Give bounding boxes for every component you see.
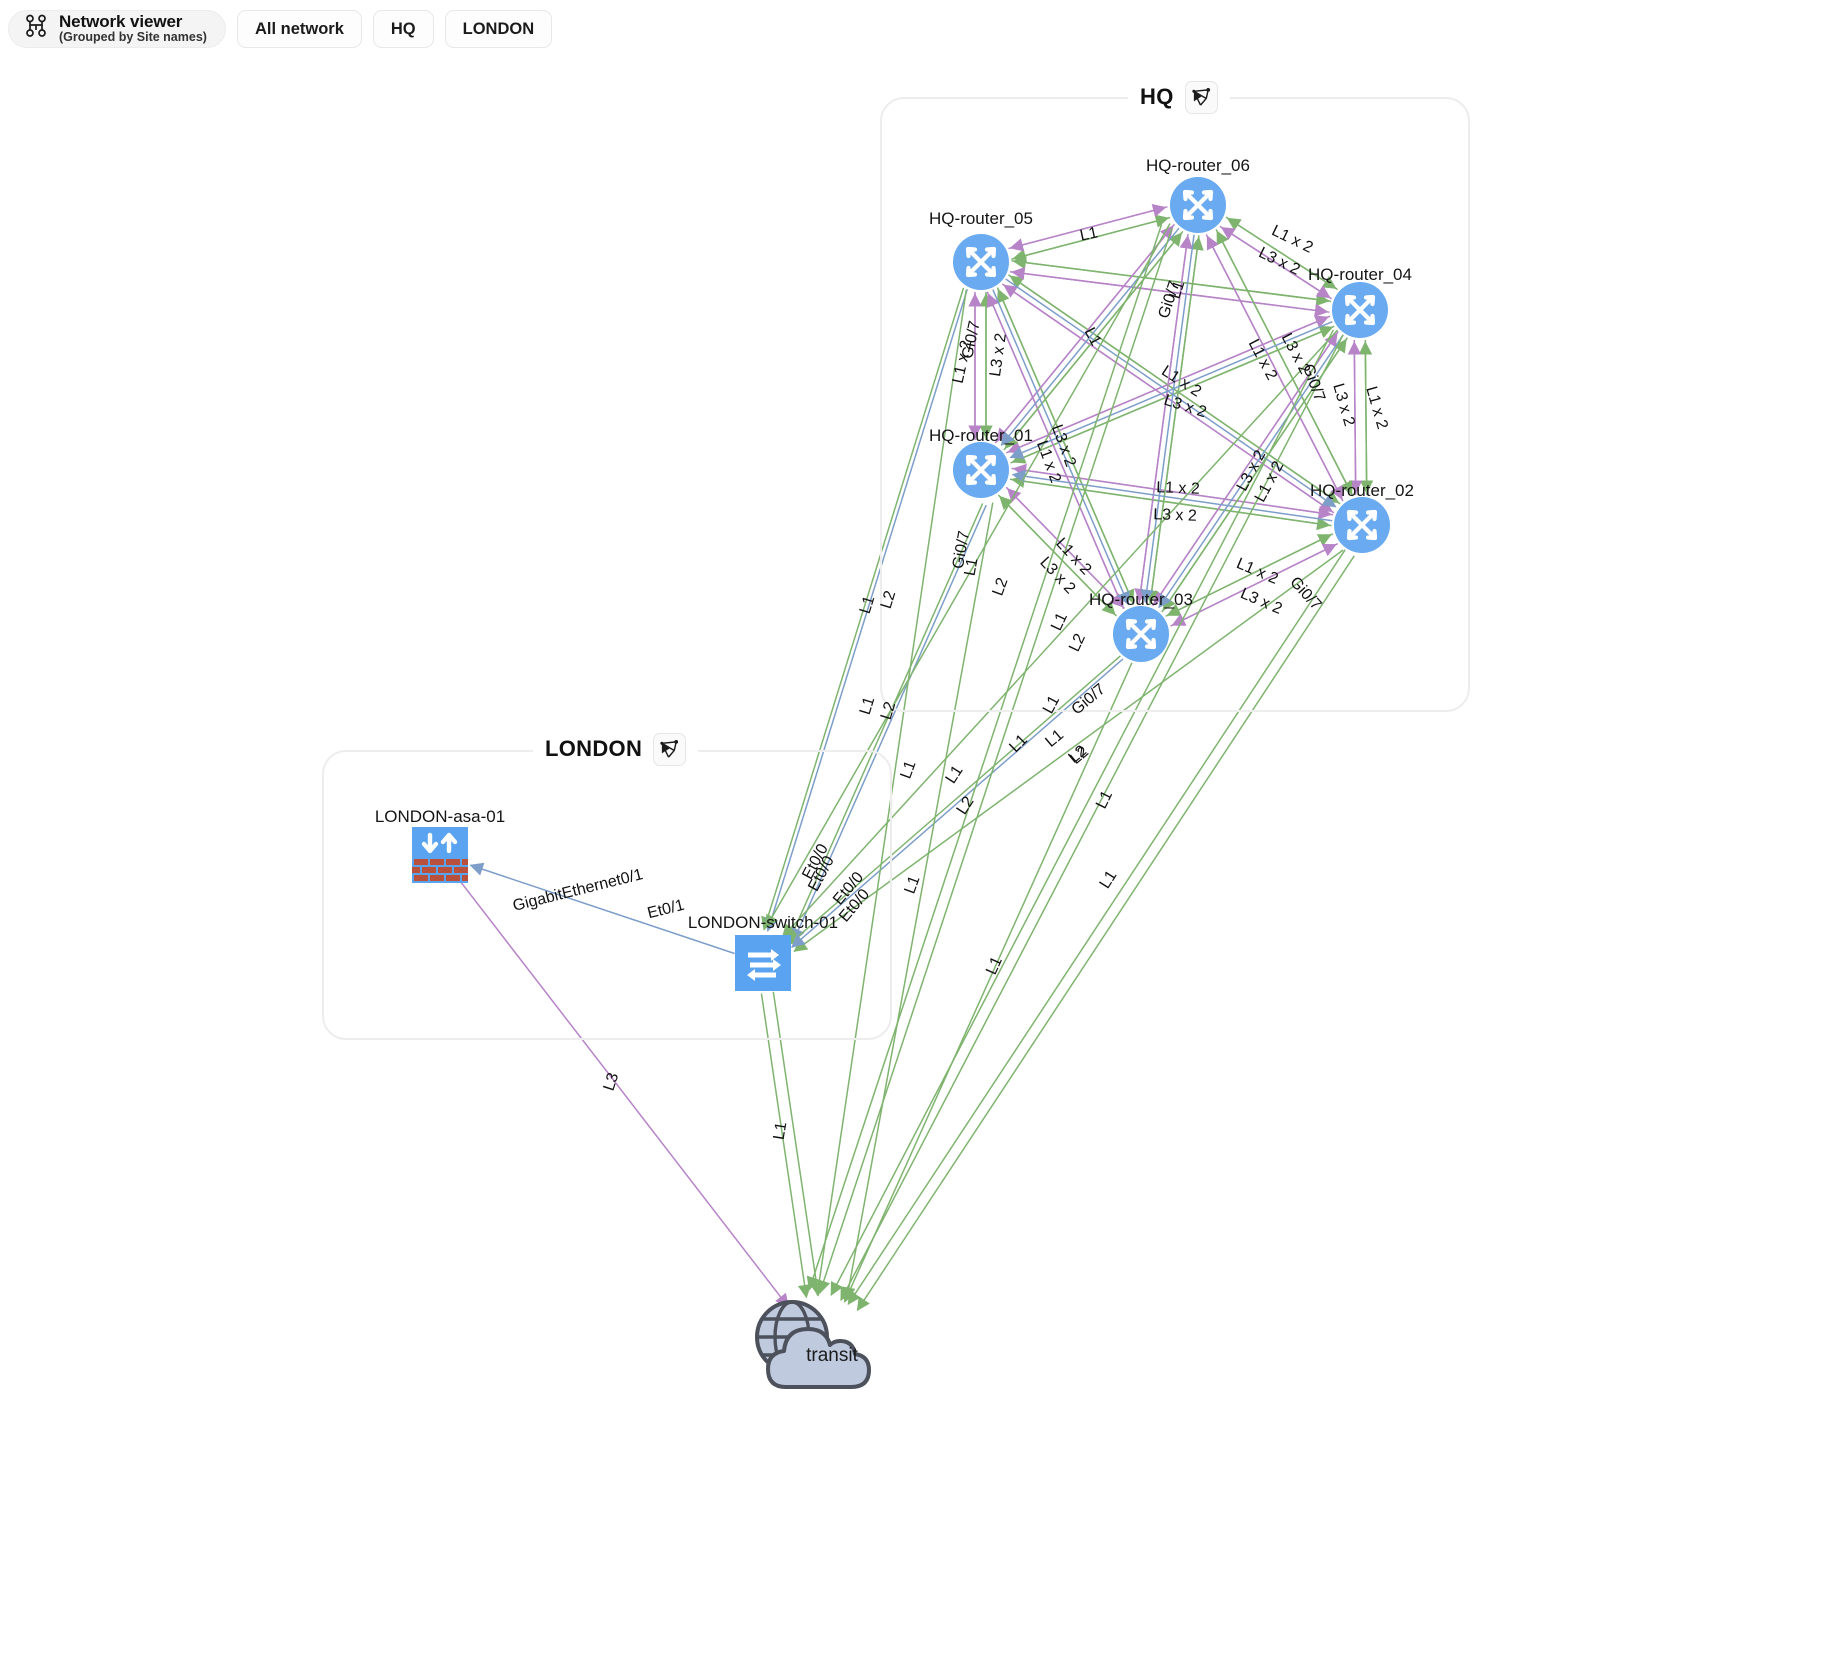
site-header-hq: HQ	[1128, 80, 1230, 114]
edge-label: L1	[901, 873, 924, 897]
node-hq-router-05[interactable]: HQ-router_05	[929, 209, 1033, 290]
site-title-london: LONDON	[545, 736, 643, 761]
network-viewer-chip[interactable]: Network viewer (Grouped by Site names)	[8, 10, 226, 48]
filter-button-hq[interactable]: HQ	[372, 10, 434, 48]
site-container-london[interactable]	[322, 750, 892, 1040]
graph-expand-icon-hq[interactable]	[1184, 80, 1218, 114]
node-hq-router-06[interactable]: HQ-router_06	[1146, 156, 1250, 233]
edge-label: L3	[600, 1070, 623, 1093]
node-hq-router-02[interactable]: HQ-router_02	[1310, 481, 1414, 553]
router-icon	[1334, 497, 1390, 553]
edge-label: L1	[1006, 731, 1031, 756]
filter-button-all-network[interactable]: All network	[236, 10, 362, 48]
node-label-hq-router-06: HQ-router_06	[1146, 156, 1250, 175]
graph-expand-icon-london[interactable]	[653, 732, 687, 766]
node-hq-router-01[interactable]: HQ-router_01	[929, 426, 1033, 498]
node-hq-router-03[interactable]: HQ-router_03	[1089, 590, 1193, 662]
edge-label: L1	[856, 694, 879, 717]
node-label-london-switch-01: LONDON-switch-01	[687, 913, 839, 932]
edge-label: L1	[770, 1120, 791, 1142]
site-title-hq: HQ	[1140, 84, 1174, 109]
toolbar: Network viewer (Grouped by Site names) A…	[0, 0, 1838, 58]
firewall-icon	[412, 827, 468, 883]
edge-label: L1	[897, 758, 920, 782]
site-header-london: LONDON	[533, 732, 699, 766]
router-icon	[1170, 177, 1226, 233]
viewer-title: Network viewer	[59, 11, 183, 31]
router-icon	[953, 234, 1009, 290]
edge-label: L2	[953, 793, 978, 818]
router-icon	[1332, 282, 1388, 338]
node-london-asa-01[interactable]: LONDON-asa-01	[375, 807, 505, 883]
viewer-subtitle: (Grouped by Site names)	[59, 30, 207, 45]
node-hq-router-04[interactable]: HQ-router_04	[1308, 265, 1412, 338]
switch-icon	[735, 935, 791, 991]
edge-label: L1	[942, 762, 967, 787]
node-label-hq-router-04: HQ-router_04	[1308, 265, 1412, 284]
node-london-switch-01[interactable]: LONDON-switch-01	[688, 913, 838, 991]
node-label-london-asa-01: LONDON-asa-01	[374, 807, 506, 826]
node-label-hq-router-03: HQ-router_03	[1089, 590, 1193, 609]
edge-label: L1	[1096, 867, 1121, 892]
node-label-hq-router-01: HQ-router_01	[929, 426, 1033, 445]
node-label-hq-router-02: HQ-router_02	[1310, 481, 1414, 500]
node-label-hq-router-05: HQ-router_05	[929, 209, 1033, 228]
edge-label: L2	[1067, 743, 1092, 768]
filter-button-london[interactable]: LONDON	[444, 10, 553, 48]
edge-label: L1	[983, 954, 1006, 978]
node-transit[interactable]: transit	[746, 1292, 894, 1404]
edge-label: L1	[1093, 788, 1117, 812]
topology-canvas[interactable]: HQ LONDON HQ-router_06 HQ-router_05 HQ-r…	[0, 0, 1838, 1656]
edge-label: L1	[856, 593, 879, 616]
router-icon	[953, 442, 1009, 498]
router-icon	[1113, 606, 1169, 662]
edge-label: L2	[1065, 742, 1090, 767]
network-topology-icon	[23, 13, 49, 44]
edge-label: L1	[1042, 726, 1067, 751]
cloud-icon	[746, 1292, 894, 1400]
